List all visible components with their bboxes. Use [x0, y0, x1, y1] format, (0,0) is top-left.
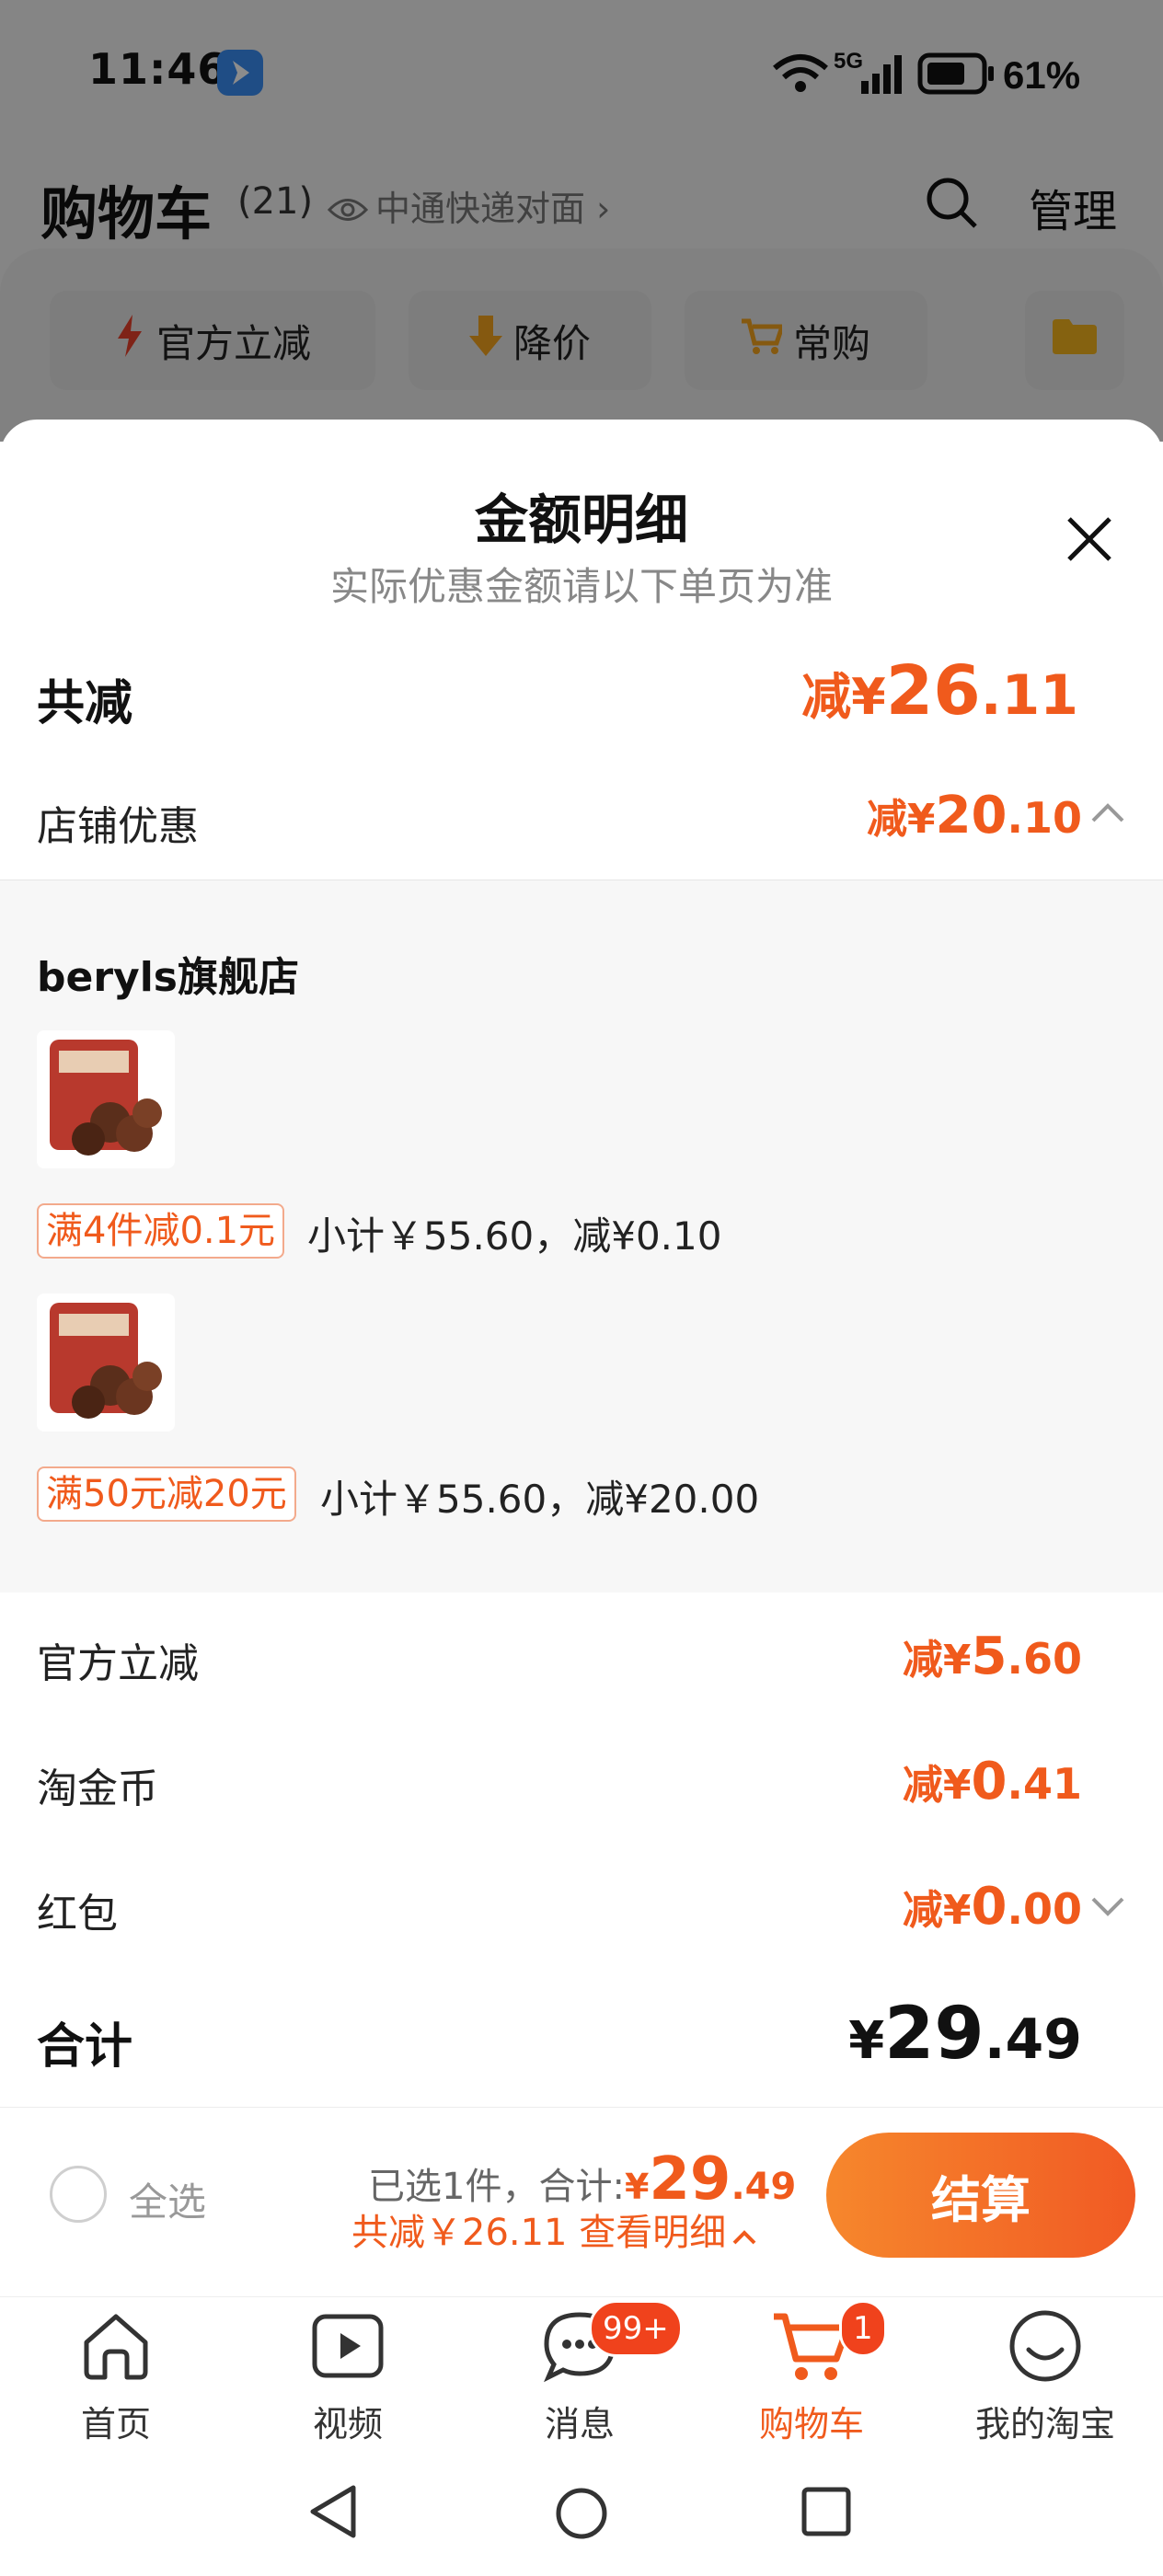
- amount-dec: .60: [1007, 1634, 1083, 1684]
- tab-my-taobao[interactable]: 我的淘宝: [944, 2307, 1146, 2445]
- tab-label: 视频: [312, 2404, 383, 2444]
- amount-int: 20: [935, 786, 1008, 845]
- amount-int: 5: [971, 1627, 1008, 1686]
- view-details-link[interactable]: 共减￥26.11 查看明细: [351, 2202, 757, 2256]
- tab-home[interactable]: 首页: [15, 2307, 217, 2445]
- promo-tag: 满50元减20元: [37, 1466, 296, 1522]
- recent-apps-icon[interactable]: [800, 2486, 852, 2541]
- store-discount-value[interactable]: 减¥20.10: [867, 786, 1082, 845]
- amount-int: 0: [971, 1877, 1008, 1937]
- home-icon: [77, 2307, 155, 2388]
- amount-dec: .41: [1007, 1759, 1083, 1809]
- back-icon[interactable]: [307, 2484, 359, 2543]
- total-discount-value: 减¥26.11: [801, 651, 1078, 730]
- home-nav-icon[interactable]: [554, 2486, 609, 2545]
- message-badge: 99+: [589, 2300, 683, 2357]
- item-subtotal: 小计￥55.60，减¥20.00: [320, 1477, 760, 1522]
- store-name: beryls旗舰店: [37, 954, 299, 1001]
- product-thumbnail[interactable]: [37, 1294, 175, 1432]
- smile-icon: [1007, 2307, 1084, 2388]
- sheet-subtitle: 实际优惠金额请以下单页为准: [329, 564, 833, 609]
- chevron-up-icon[interactable]: [1089, 799, 1126, 830]
- coins-value: 减¥0.41: [903, 1752, 1082, 1811]
- price-prefix: ¥: [624, 2167, 650, 2207]
- total-label: 合计: [37, 2019, 133, 2075]
- amount-int: 26: [885, 651, 981, 730]
- modal-overlay[interactable]: [0, 0, 1163, 442]
- red-packet-value[interactable]: 减¥0.00: [903, 1877, 1082, 1937]
- video-icon: [309, 2307, 386, 2388]
- select-all-label[interactable]: 全选: [129, 2171, 206, 2227]
- coins-label: 淘金币: [37, 1765, 158, 1812]
- currency-prefix: 减¥: [902, 1887, 972, 1934]
- select-all-radio[interactable]: [50, 2166, 107, 2223]
- amount-dec: .00: [1007, 1884, 1083, 1934]
- amount-dec: .10: [1007, 793, 1083, 843]
- chevron-up-icon: [731, 2214, 757, 2256]
- currency-prefix: 减¥: [902, 1762, 972, 1809]
- cart-badge: 1: [839, 2300, 887, 2357]
- currency-prefix: 减¥: [866, 796, 936, 843]
- saved-text: 共减￥26.11 查看明细: [351, 2212, 727, 2254]
- promo-tag: 满4件减0.1元: [37, 1203, 285, 1259]
- amount-int: 29: [884, 1993, 985, 2076]
- checkout-button[interactable]: 结算: [826, 2133, 1135, 2258]
- total-discount-label: 共减: [37, 676, 133, 731]
- currency-prefix: 减¥: [801, 668, 886, 726]
- red-packet-label: 红包: [37, 1891, 118, 1938]
- tab-label: 消息: [544, 2404, 615, 2444]
- store-discount-label: 店铺优惠: [37, 803, 199, 850]
- tab-label: 我的淘宝: [974, 2404, 1115, 2444]
- currency-prefix: 减¥: [902, 1637, 972, 1684]
- total-value: ¥29.49: [848, 1993, 1082, 2076]
- amount-int: 0: [971, 1752, 1008, 1811]
- item-subtotal: 小计￥55.60，减¥0.10: [307, 1213, 722, 1259]
- chevron-down-icon[interactable]: [1089, 1893, 1126, 1925]
- amount-dec: .11: [980, 663, 1078, 728]
- product-thumbnail[interactable]: [37, 1030, 175, 1168]
- sheet-title: 金额明细: [474, 489, 688, 551]
- official-discount-value: 减¥5.60: [903, 1627, 1082, 1686]
- close-icon[interactable]: [1062, 512, 1117, 567]
- official-discount-label: 官方立减: [37, 1640, 199, 1687]
- tab-label: 首页: [80, 2404, 151, 2444]
- tab-label: 购物车: [758, 2404, 864, 2444]
- currency-prefix: ¥: [848, 2011, 885, 2071]
- amount-dec: .49: [984, 2007, 1082, 2072]
- tab-video[interactable]: 视频: [247, 2307, 449, 2445]
